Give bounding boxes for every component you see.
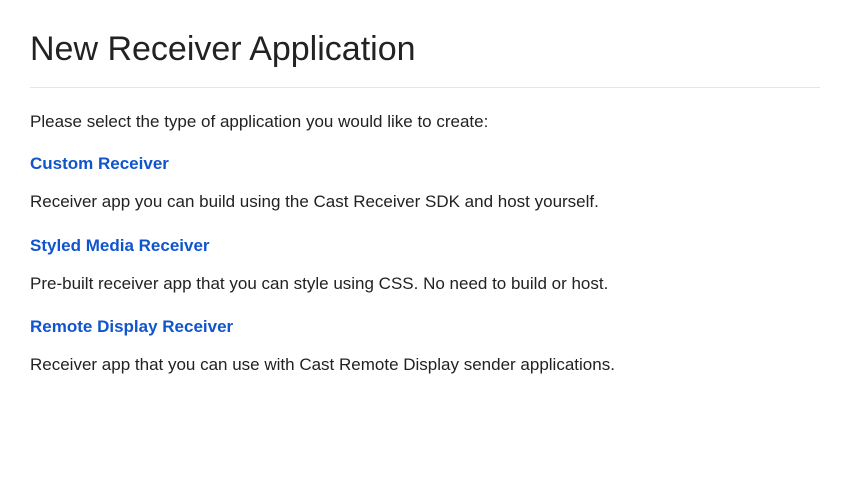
remote-display-receiver-description: Receiver app that you can use with Cast …	[30, 353, 820, 377]
styled-media-receiver-link[interactable]: Styled Media Receiver	[30, 236, 210, 256]
custom-receiver-link[interactable]: Custom Receiver	[30, 154, 169, 174]
option-custom-receiver: Custom Receiver Receiver app you can bui…	[30, 154, 820, 214]
page-title: New Receiver Application	[30, 30, 820, 69]
option-styled-media-receiver: Styled Media Receiver Pre-built receiver…	[30, 236, 820, 296]
remote-display-receiver-link[interactable]: Remote Display Receiver	[30, 317, 233, 337]
custom-receiver-description: Receiver app you can build using the Cas…	[30, 190, 820, 214]
option-remote-display-receiver: Remote Display Receiver Receiver app tha…	[30, 317, 820, 377]
divider	[30, 87, 820, 88]
intro-text: Please select the type of application yo…	[30, 110, 820, 134]
styled-media-receiver-description: Pre-built receiver app that you can styl…	[30, 272, 820, 296]
